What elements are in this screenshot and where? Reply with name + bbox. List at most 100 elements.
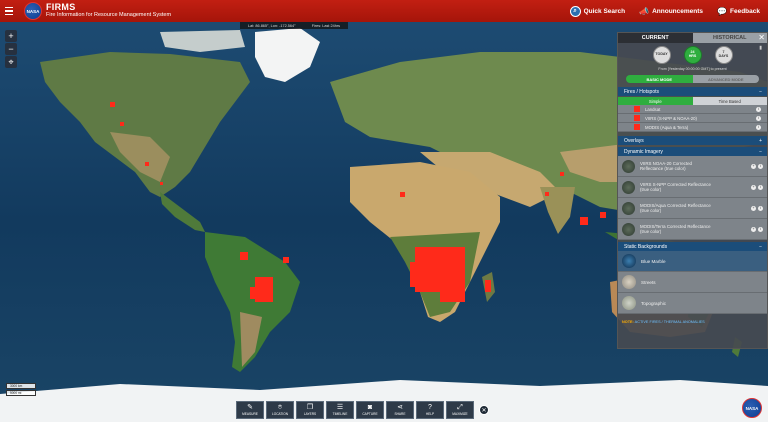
feedback-label: Feedback bbox=[730, 7, 760, 15]
info-icon[interactable]: i bbox=[756, 124, 761, 130]
background-label: Blue Marble bbox=[641, 258, 666, 264]
note-label: NOTE: bbox=[622, 320, 634, 324]
maximize-label: MAXIMIZE bbox=[452, 412, 468, 416]
imagery-section-header[interactable]: Dynamic Imagery − bbox=[618, 147, 767, 156]
toolbar-close-icon[interactable]: ✕ bbox=[479, 405, 489, 415]
imagery-label: VIIRS NOAA-20 Corrected Reflectance (true… bbox=[640, 161, 692, 171]
megaphone-icon: 📣 bbox=[639, 6, 650, 16]
range-today-label: TODAY bbox=[655, 52, 668, 57]
fires-section-header[interactable]: Fires / Hotspots − bbox=[618, 87, 767, 96]
layer-landsat[interactable]: Landsat i bbox=[618, 105, 767, 114]
background-blue-marble[interactable]: Blue Marble bbox=[618, 251, 767, 272]
imagery-item[interactable]: VIIRS NOAA-20 Corrected Reflectance (true… bbox=[618, 156, 767, 177]
capture-label: CAPTURE bbox=[362, 412, 378, 416]
mode-toggle: BASIC MODE ADVANCED MODE bbox=[626, 75, 759, 83]
firms-app: NASA FIRMS Fire Information for Resource… bbox=[0, 0, 768, 422]
info-icon[interactable]: i bbox=[758, 226, 763, 232]
imagery-item[interactable]: MODIS/Aqua Corrected Reflectance (true co… bbox=[618, 198, 767, 219]
camera-icon: ◙ bbox=[367, 404, 373, 411]
timeline-button[interactable]: ☰ TIMELINE bbox=[326, 401, 354, 419]
imagery-item[interactable]: VIIRS S-NPP Corrected Reflectance (true c… bbox=[618, 177, 767, 198]
range-7days-button[interactable]: 7 DAYS bbox=[714, 46, 733, 64]
background-streets[interactable]: Streets bbox=[618, 272, 767, 293]
imagery-section-title: Dynamic Imagery bbox=[624, 148, 663, 155]
background-topographic[interactable]: Topographic bbox=[618, 293, 767, 314]
collapse-icon[interactable]: − bbox=[759, 89, 762, 95]
nasa-meatball-logo[interactable]: NASA bbox=[742, 398, 762, 418]
layers-button[interactable]: ❐ LAYERS bbox=[296, 401, 324, 419]
collapse-icon[interactable]: − bbox=[759, 244, 762, 250]
imagery-item[interactable]: MODIS/Terra Corrected Reflectance (true c… bbox=[618, 219, 767, 240]
overlays-section-header[interactable]: Overlays + bbox=[618, 136, 767, 145]
layers-panel: CURRENT HISTORICAL ✕ ▮ TODAY 24 HRS 7 DA… bbox=[617, 32, 768, 349]
fires-simple-tab[interactable]: Simple bbox=[618, 97, 693, 105]
range-today-button[interactable]: TODAY bbox=[652, 46, 671, 64]
bookmark-icon[interactable]: ▮ bbox=[759, 45, 762, 51]
layer-modis[interactable]: MODIS (Aqua & Terra) i bbox=[618, 123, 767, 132]
imagery-label: VIIRS S-NPP Corrected Reflectance (true c… bbox=[640, 182, 711, 192]
add-icon[interactable]: + bbox=[751, 205, 756, 211]
feedback-button[interactable]: 💬 Feedback bbox=[717, 7, 760, 16]
coordinates-bar: Lat: 86.865°, Lon: -172.564° Fires: Last… bbox=[240, 22, 348, 29]
info-icon[interactable]: i bbox=[758, 184, 763, 190]
nasa-logo[interactable]: NASA bbox=[24, 2, 42, 20]
time-range-description: From [Yesterday 00:00:00 GMT] to present bbox=[658, 67, 727, 71]
maximize-button[interactable]: ⤢ MAXIMIZE bbox=[446, 401, 474, 419]
basic-mode-button[interactable]: BASIC MODE bbox=[626, 75, 693, 83]
info-icon[interactable]: i bbox=[758, 163, 763, 169]
ruler-icon: ✎ bbox=[247, 404, 253, 411]
streets-thumbnail bbox=[622, 275, 636, 289]
zoom-out-button[interactable]: − bbox=[5, 43, 17, 55]
announcements-button[interactable]: 📣 Announcements bbox=[639, 7, 703, 16]
layer-viirs[interactable]: VIIRS (S-NPP & NOAA-20) i bbox=[618, 114, 767, 123]
add-icon[interactable]: + bbox=[751, 184, 756, 190]
measure-button[interactable]: ✎ MEASURE bbox=[236, 401, 264, 419]
fires-time-based-tab[interactable]: Time Based bbox=[692, 97, 767, 105]
fires-subtabs: Simple Time Based bbox=[618, 97, 767, 105]
help-label: HELP bbox=[425, 412, 435, 416]
backgrounds-section-title: Static Backgrounds bbox=[624, 243, 668, 250]
app-title: FIRMS bbox=[46, 2, 76, 13]
tab-current[interactable]: CURRENT bbox=[618, 33, 693, 43]
range-24-unit: HRS bbox=[688, 54, 697, 58]
collapse-icon[interactable]: − bbox=[759, 149, 762, 155]
tab-historical[interactable]: HISTORICAL bbox=[692, 33, 767, 43]
bottom-toolbar: ✎ MEASURE ⌾ LOCATION ❐ LAYERS ☰ TIMELINE… bbox=[236, 401, 489, 419]
fire-swatch bbox=[634, 115, 640, 121]
share-button[interactable]: ⋖ SHARE bbox=[386, 401, 414, 419]
announcements-label: Announcements bbox=[652, 7, 704, 15]
layer-label: VIIRS (S-NPP & NOAA-20) bbox=[645, 115, 697, 121]
cursor-coordinates: Lat: 86.865°, Lon: -172.564° bbox=[248, 23, 296, 28]
timeline-label: TIMELINE bbox=[332, 412, 348, 416]
help-button[interactable]: ? HELP bbox=[416, 401, 444, 419]
expand-icon[interactable]: + bbox=[759, 138, 762, 144]
info-icon[interactable]: i bbox=[756, 106, 761, 112]
advanced-mode-button[interactable]: ADVANCED MODE bbox=[692, 75, 759, 83]
hamburger-menu-icon[interactable] bbox=[0, 0, 18, 22]
speech-bubble-icon: 💬 bbox=[717, 6, 727, 16]
add-icon[interactable]: + bbox=[751, 163, 756, 169]
note-link[interactable]: ACTIVE FIRES / THERMAL ANOMALIES bbox=[635, 320, 705, 324]
location-button[interactable]: ⌾ LOCATION bbox=[266, 401, 294, 419]
app-title-block: FIRMS Fire Information for Resource Mana… bbox=[46, 3, 171, 19]
map-scale: 3000 km 5000 mi bbox=[6, 383, 36, 397]
panel-tabs: CURRENT HISTORICAL bbox=[618, 33, 767, 43]
layers-label: LAYERS bbox=[303, 412, 317, 416]
panel-close-icon[interactable]: ✕ bbox=[758, 33, 765, 42]
time-range-selector: TODAY 24 HRS 7 DAYS bbox=[618, 46, 767, 64]
info-icon[interactable]: i bbox=[758, 205, 763, 211]
backgrounds-section-header[interactable]: Static Backgrounds − bbox=[618, 242, 767, 251]
map-pin-icon: ⌾ bbox=[277, 404, 283, 411]
capture-button[interactable]: ◙ CAPTURE bbox=[356, 401, 384, 419]
background-label: Streets bbox=[641, 279, 656, 285]
imagery-thumbnail bbox=[622, 180, 635, 194]
quick-search-button[interactable]: ⌕ Quick Search bbox=[569, 5, 625, 17]
expand-icon: ⤢ bbox=[457, 404, 463, 411]
layer-label: Landsat bbox=[645, 106, 661, 112]
range-24hrs-button[interactable]: 24 HRS bbox=[683, 46, 702, 64]
layers-icon: ❐ bbox=[306, 404, 314, 411]
zoom-in-button[interactable]: + bbox=[5, 30, 17, 42]
locate-icon[interactable]: ⌖ bbox=[5, 56, 17, 68]
add-icon[interactable]: + bbox=[751, 226, 756, 232]
info-icon[interactable]: i bbox=[756, 115, 761, 121]
